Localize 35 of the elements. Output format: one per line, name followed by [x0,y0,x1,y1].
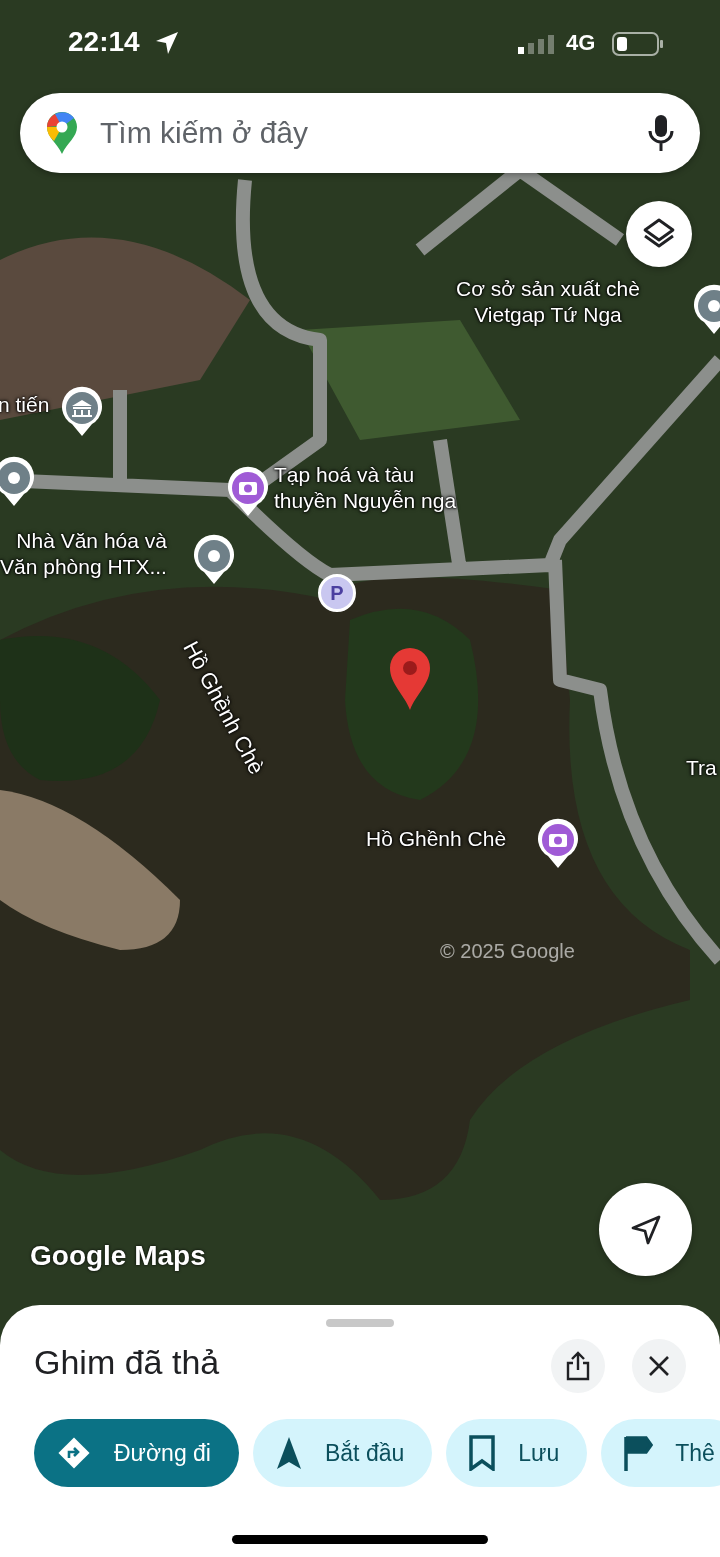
action-chip[interactable]: Lưu [446,1419,588,1487]
action-chip[interactable]: Thê [601,1419,720,1487]
dropped-pin-icon[interactable] [388,646,432,712]
network-type: 4G [566,30,596,56]
bookmark-icon [468,1435,497,1471]
place-label: Tra [686,755,717,781]
battery-icon [612,32,664,56]
place-label: n tiến [0,392,50,418]
close-icon [648,1355,670,1377]
flag-icon [623,1435,654,1471]
search-field[interactable]: Tìm kiếm ở đây [98,115,628,151]
map-pin-icon[interactable] [0,456,36,508]
signal-icon [518,34,556,54]
building-pin-icon[interactable] [60,386,104,438]
copyright-text: © 2025 Google [440,940,575,963]
place-label: Hồ Ghềnh Chè [366,826,507,852]
place-label: Nhà Văn hóa và Văn phòng HTX... [0,528,167,580]
navigation-arrow-icon [629,1213,662,1246]
map-pin-icon[interactable] [192,534,236,586]
camera-pin-icon[interactable] [536,818,580,870]
drag-handle[interactable] [326,1319,394,1327]
microphone-icon[interactable] [648,114,674,152]
place-label: Tạp hoá và tàu thuyền Nguyễn nga [274,462,457,514]
maps-pin-logo-icon [46,111,78,155]
share-icon [565,1351,591,1381]
action-chip[interactable]: Bắt đầu [252,1419,433,1487]
location-arrow-icon [154,30,180,56]
action-chip[interactable]: Đường đi [34,1419,239,1487]
camera-pin-icon[interactable] [226,466,270,518]
status-time: 22:14 [68,26,140,58]
google-maps-logo: Google Maps [30,1240,206,1272]
sheet-title: Ghim đã thả [34,1343,220,1382]
navigation-arrow-icon [274,1435,303,1471]
place-label: Cơ sở sản xuất chè Vietgap Tứ Nga [456,276,640,328]
search-bar[interactable]: Tìm kiếm ở đây [20,93,700,173]
